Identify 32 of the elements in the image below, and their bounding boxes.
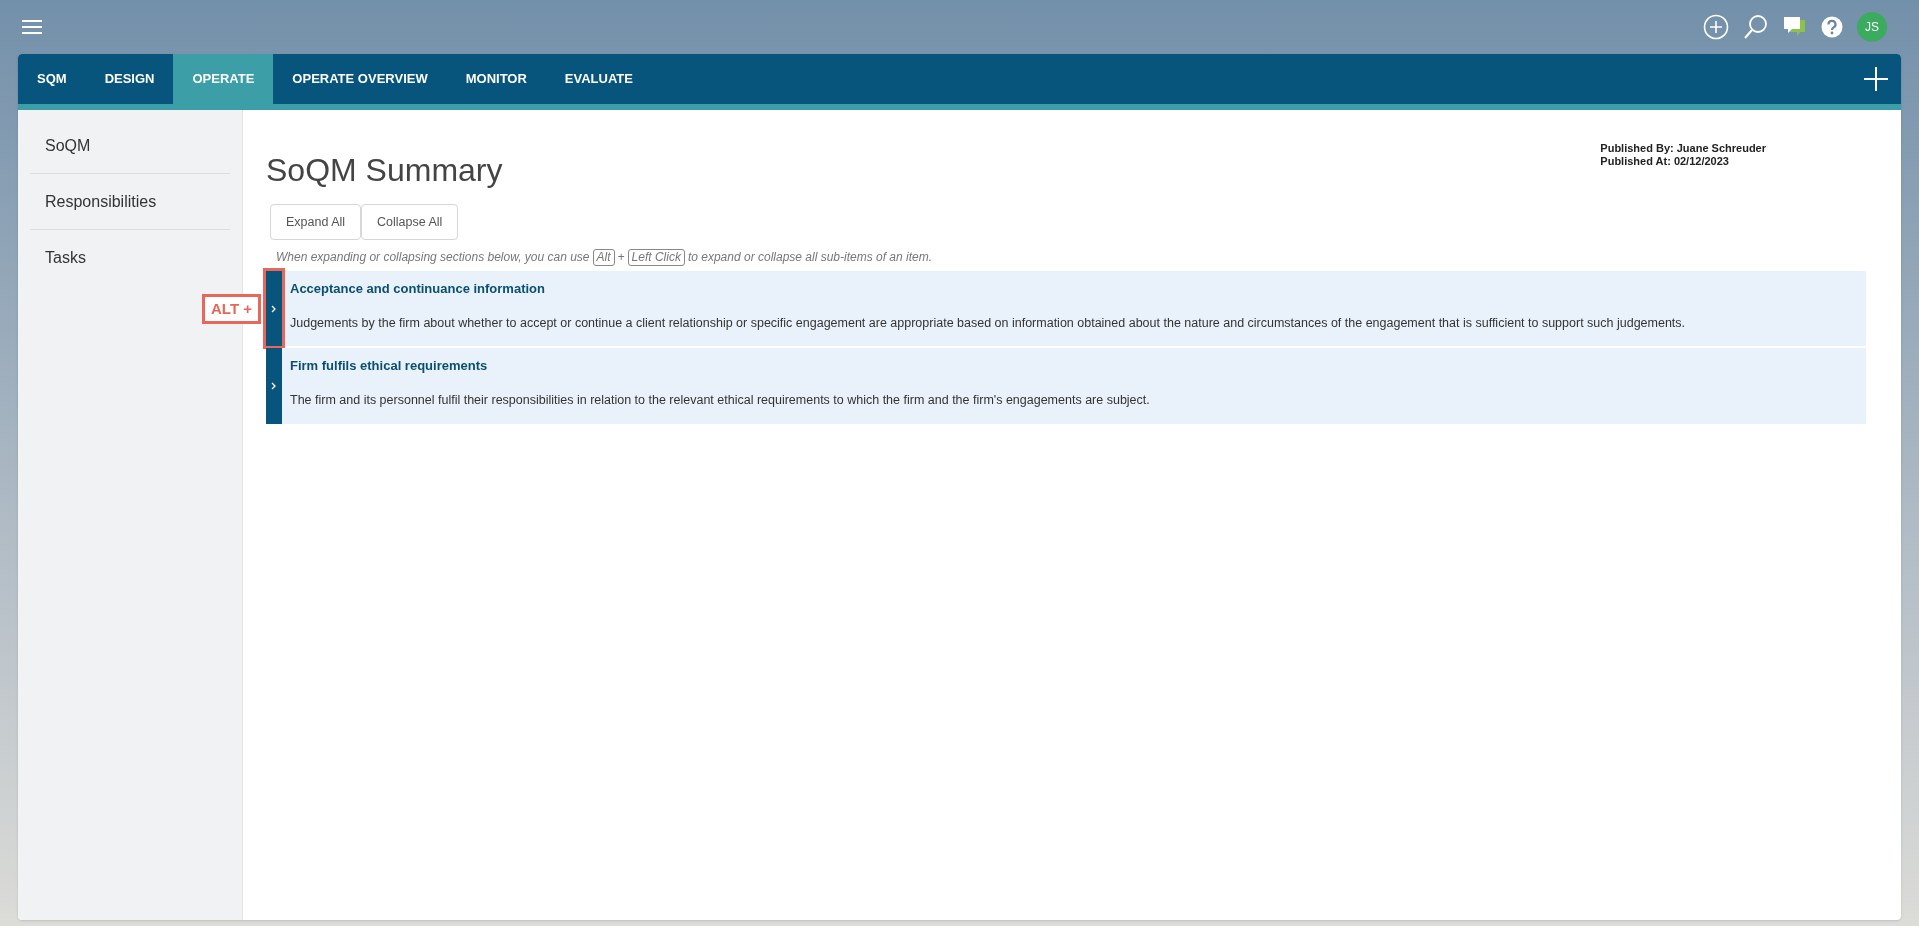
chevron-right-icon	[271, 381, 277, 390]
expand-toggle[interactable]	[266, 348, 282, 424]
item-description: The firm and its personnel fulfil their responsibilities in relation to the relevant ethical requirements to which the firm and the firm's engagements are subject.	[290, 391, 1151, 409]
annotation-label: ALT +	[202, 293, 261, 324]
published-by: Published By: Juane Schreuder	[1600, 142, 1766, 155]
search-icon[interactable]	[1743, 14, 1769, 40]
item-title: Acceptance and continuance information	[290, 280, 546, 298]
sidebar-item[interactable]: Tasks	[30, 230, 230, 286]
hint-text: to expand or collapse all sub-items of an item.	[687, 249, 933, 266]
sidebar-item[interactable]: Responsibilities	[30, 174, 230, 230]
chevron-right-icon	[271, 304, 277, 313]
key-cap: Left Click	[627, 248, 685, 266]
published-at: Published At: 02/12/2023	[1600, 155, 1730, 168]
nav-tab[interactable]: SQM	[18, 54, 86, 104]
help-icon[interactable]	[1821, 16, 1843, 38]
item-description: Judgements by the firm about whether to accept or continue a client relationship or specific engagement are appropriate based on information obtained about the nature and circumstances of the engagement that is sufficient to support such judgements.	[290, 314, 1687, 332]
nav-tab[interactable]: MONITOR	[446, 54, 546, 104]
hint-text: When expanding or collapsing sections below, you can use	[276, 249, 590, 266]
expand-toggle[interactable]	[266, 271, 282, 347]
key-cap: Alt	[592, 248, 615, 266]
sidebar-item[interactable]: SoQM	[30, 118, 230, 174]
item-title: Firm fulfils ethical requirements	[290, 357, 489, 376]
nav-tab[interactable]: OPERATE OVERVIEW	[273, 54, 447, 104]
add-icon[interactable]	[1863, 66, 1889, 92]
toolbar-button[interactable]: Expand All	[270, 204, 362, 240]
nav-tab[interactable]: DESIGN	[85, 54, 174, 104]
nav-tab[interactable]: EVALUATE	[545, 54, 652, 104]
toolbar-button[interactable]: Collapse All	[361, 204, 459, 240]
plus-sign: +	[617, 249, 625, 266]
page-title: SoQM Summary	[266, 151, 503, 190]
menu-icon[interactable]	[22, 20, 42, 34]
chat-icon[interactable]	[1783, 16, 1807, 38]
